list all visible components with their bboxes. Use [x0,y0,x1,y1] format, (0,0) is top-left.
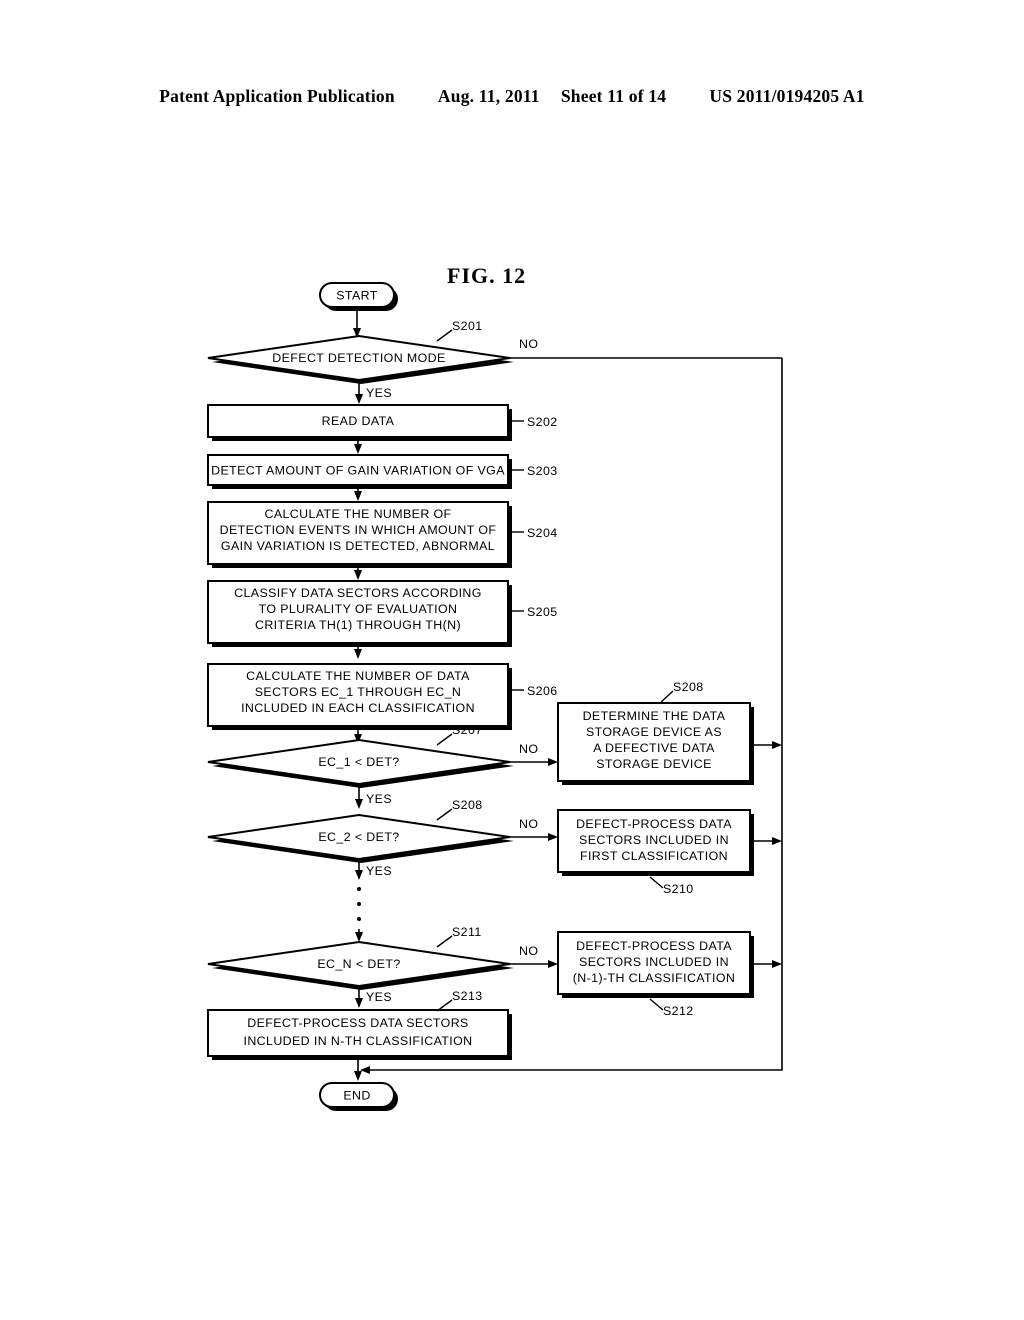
step-label-s212: S212 [649,998,694,1018]
process-s212-line2: SECTORS INCLUDED IN [579,955,729,969]
process-s204-line2: DETECTION EVENTS IN WHICH AMOUNT OF [220,523,497,537]
step-label-s210-text: S210 [663,882,694,896]
start-terminal-label: START [336,289,378,303]
step-label-s203: S203 [512,464,558,478]
step-label-s201-text: S201 [452,319,483,333]
process-s205-line2: TO PLURALITY OF EVALUATION [259,602,458,616]
process-s205-line1: CLASSIFY DATA SECTORS ACCORDING [234,586,482,600]
process-s204: CALCULATE THE NUMBER OF DETECTION EVENTS… [207,501,512,568]
step-label-s203-text: S203 [527,464,558,478]
decision-s211-label: EC_N < DET? [317,957,400,971]
process-s208-line2: STORAGE DEVICE AS [586,725,722,739]
step-label-s205-text: S205 [527,605,558,619]
step-label-s204-text: S204 [527,526,558,540]
process-s212: DEFECT-PROCESS DATA SECTORS INCLUDED IN … [557,931,754,998]
branch-label-s208-yes: YES [366,864,392,878]
decision-s208: EC_2 < DET? [207,813,514,863]
process-s202-label: READ DATA [322,414,395,428]
branch-label-s211-no: NO [519,944,538,958]
step-label-s210: S210 [649,876,694,896]
step-label-s211-text: S211 [452,925,482,939]
process-s205-line3: CRITERIA TH(1) THROUGH TH(N) [255,618,461,632]
flowchart-diagram: START DEFECT DETECTION MODE S201 NO YES [207,282,783,1111]
connector-s210-to-bus [750,837,782,845]
step-label-s212-text: S212 [663,1004,694,1018]
process-s206-line2: SECTORS EC_1 THROUGH EC_N [255,685,461,699]
branch-label-s211-yes: YES [366,990,392,1004]
process-s208-line3: A DEFECTIVE DATA [593,741,715,755]
process-s206: CALCULATE THE NUMBER OF DATA SECTORS EC_… [207,663,512,730]
connector-start-to-s201 [353,307,361,338]
decision-s201-label: DEFECT DETECTION MODE [272,351,445,365]
process-s204-line1: CALCULATE THE NUMBER OF [264,507,451,521]
process-s212-line3: (N-1)-TH CLASSIFICATION [573,971,735,985]
end-terminal-label: END [343,1089,370,1103]
decision-s207: EC_1 < DET? [207,738,514,788]
step-label-s206-text: S206 [527,684,558,698]
connector-s201-no: NO [510,337,782,359]
connector-s212-to-bus [750,960,782,968]
step-label-s202-text: S202 [527,415,558,429]
process-s213-line2: INCLUDED IN N-TH CLASSIFICATION [243,1034,472,1048]
decision-s211: EC_N < DET? [207,940,514,990]
process-s208: DETERMINE THE DATA STORAGE DEVICE AS A D… [557,702,754,785]
branch-label-s201-yes: YES [366,386,392,400]
process-s212-line1: DEFECT-PROCESS DATA [576,939,732,953]
process-s204-line3: GAIN VARIATION IS DETECTED, ABNORMAL [221,539,495,553]
connector-s208-to-bus [750,741,782,749]
process-s202: READ DATA [207,404,512,441]
connector-s211-no: NO [510,944,558,968]
process-s203: DETECT AMOUNT OF GAIN VARIATION OF VGA [207,454,512,489]
process-s206-line1: CALCULATE THE NUMBER OF DATA [246,669,470,683]
process-s208-line1: DETERMINE THE DATA [583,709,726,723]
process-s213: DEFECT-PROCESS DATA SECTORS INCLUDED IN … [207,1009,512,1060]
process-s210-line1: DEFECT-PROCESS DATA [576,817,732,831]
connector-ellipsis-to-s211 [355,929,363,942]
process-s210-line3: FIRST CLASSIFICATION [580,849,728,863]
branch-label-s207-no: NO [519,742,538,756]
connector-s208-no: NO [510,817,558,841]
step-label-s201: S201 [436,319,483,342]
end-terminal: END [319,1082,398,1111]
step-label-s211: S211 [436,925,482,948]
start-terminal: START [319,282,398,311]
step-label-s208-decision: S208 [436,798,483,821]
process-s206-line3: INCLUDED IN EACH CLASSIFICATION [241,701,475,715]
process-s210-line2: SECTORS INCLUDED IN [579,833,729,847]
connector-s207-no: NO [510,742,558,766]
step-label-s206: S206 [512,684,558,698]
step-label-s213-text: S213 [452,989,483,1003]
process-s210: DEFECT-PROCESS DATA SECTORS INCLUDED IN … [557,809,754,876]
vertical-ellipsis [357,887,361,921]
step-label-s208-process: S208 [660,680,704,703]
step-label-s213: S213 [436,989,483,1012]
branch-label-s207-yes: YES [366,792,392,806]
step-label-s205: S205 [512,605,558,619]
decision-s207-label: EC_1 < DET? [318,755,399,769]
step-label-s204: S204 [512,526,558,540]
branch-label-s201-no: NO [519,337,538,351]
decision-s201: DEFECT DETECTION MODE [207,334,514,384]
step-label-s208-process-text: S208 [673,680,704,694]
process-s205: CLASSIFY DATA SECTORS ACCORDING TO PLURA… [207,580,512,647]
step-label-s208-decision-text: S208 [452,798,483,812]
process-s213-line1: DEFECT-PROCESS DATA SECTORS [247,1016,468,1030]
step-label-s207-text: S207 [452,723,483,737]
figure-container: FIG. 12 START DEFECT DETECTION MODE S201… [0,0,1024,1320]
process-s208-line4: STORAGE DEVICE [596,757,712,771]
branch-label-s208-no: NO [519,817,538,831]
process-s203-label: DETECT AMOUNT OF GAIN VARIATION OF VGA [211,464,505,478]
decision-s208-label: EC_2 < DET? [318,830,399,844]
step-label-s202: S202 [512,415,558,429]
